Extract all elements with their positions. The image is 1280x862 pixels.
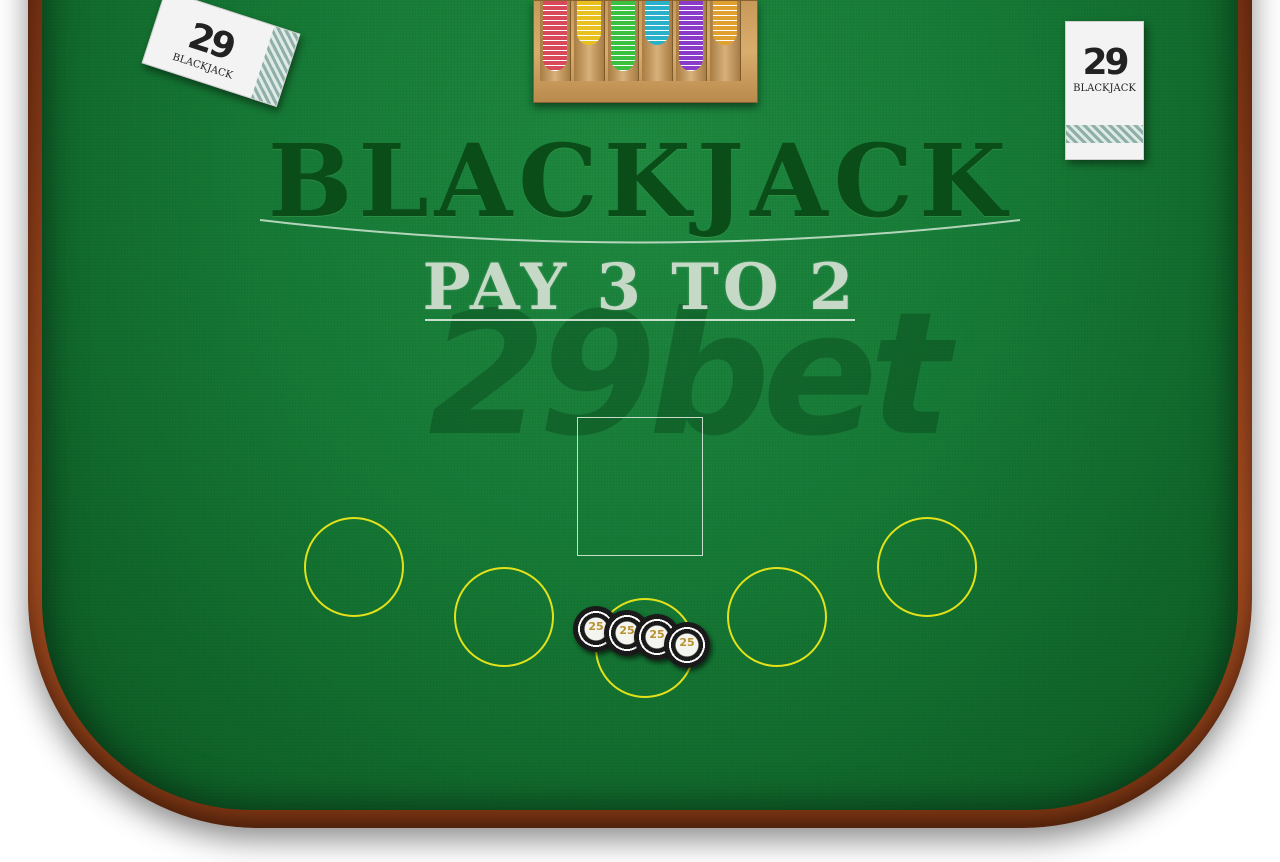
chip-stack[interactable] xyxy=(611,1,635,71)
right-card-deck[interactable]: 29 BLACKJACK xyxy=(1065,21,1144,160)
right-deck-label: BLACKJACK xyxy=(1073,83,1136,94)
chip-stack[interactable] xyxy=(543,1,567,71)
chip-tray xyxy=(533,0,758,103)
chip-stack[interactable] xyxy=(645,1,669,45)
chip-stack[interactable] xyxy=(713,1,737,45)
bet-spot-4[interactable] xyxy=(727,567,827,667)
bet-spot-1[interactable] xyxy=(304,517,404,617)
bet-spot-2[interactable] xyxy=(454,567,554,667)
chip-stack[interactable] xyxy=(577,1,601,45)
payout-text: PAY 3 TO 2 xyxy=(422,250,858,325)
bet-spot-5[interactable] xyxy=(877,517,977,617)
chip-stack[interactable] xyxy=(679,1,703,71)
dealer-card-box[interactable] xyxy=(577,417,703,556)
bet-chip[interactable]: 25 xyxy=(664,622,710,668)
right-deck-number: 29 xyxy=(1082,42,1129,83)
